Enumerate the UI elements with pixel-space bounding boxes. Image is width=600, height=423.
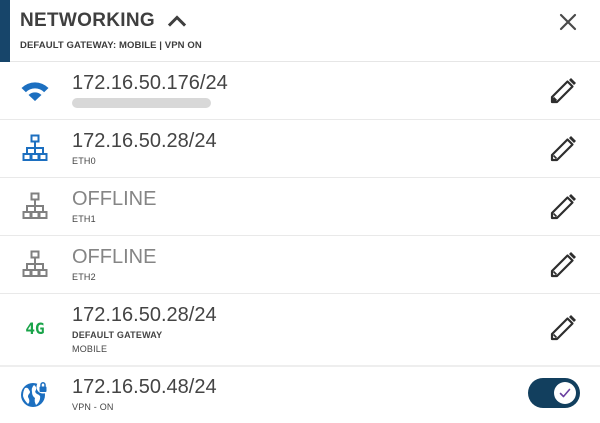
pencil-icon	[550, 194, 576, 220]
connection-row-eth1: OFFLINE ETH1	[0, 178, 600, 236]
wifi-icon	[20, 77, 50, 107]
edit-eth1-button[interactable]	[548, 192, 578, 222]
check-icon	[559, 388, 571, 398]
connection-interface-label: ETH1	[72, 214, 96, 224]
toggle-knob	[554, 382, 576, 404]
pencil-icon	[550, 315, 576, 341]
panel-title: NETWORKING	[20, 10, 155, 31]
connection-interface-label: MOBILE	[72, 344, 108, 354]
edit-eth2-button[interactable]	[548, 250, 578, 280]
4g-icon-label: 4G	[25, 318, 45, 338]
panel-subtitle: DEFAULT GATEWAY: MOBILE | VPN ON	[20, 40, 202, 51]
pencil-icon	[550, 136, 576, 162]
vpn-toggle[interactable]	[528, 378, 580, 408]
panel-header: NETWORKING DEFAULT GATEWAY: MOBILE | VPN…	[0, 0, 600, 62]
header-accent-bar	[0, 0, 10, 62]
connection-ip: OFFLINE	[72, 188, 157, 210]
edit-wifi-button[interactable]	[548, 76, 578, 106]
vpn-status-label: VPN - ON	[72, 402, 114, 412]
connection-ip: 172.16.50.48/24	[72, 376, 217, 398]
connection-row-mobile: 4G 172.16.50.28/24 DEFAULT GATEWAY MOBIL…	[0, 294, 600, 365]
connection-row-vpn: 172.16.50.48/24 VPN - ON	[0, 367, 600, 423]
connection-ip: 172.16.50.28/24	[72, 130, 217, 152]
ethernet-network-icon	[20, 133, 50, 163]
connection-row-eth0: 172.16.50.28/24 ETH0	[0, 120, 600, 178]
pencil-icon	[550, 252, 576, 278]
connection-row-eth2: OFFLINE ETH2	[0, 236, 600, 294]
connection-interface-label: ETH0	[72, 156, 96, 166]
default-gateway-label: DEFAULT GATEWAY	[72, 330, 163, 340]
networking-panel: NETWORKING DEFAULT GATEWAY: MOBILE | VPN…	[0, 0, 600, 423]
connection-row-wifi: 172.16.50.176/24	[0, 62, 600, 120]
header-title-row: NETWORKING	[20, 9, 189, 33]
edit-eth0-button[interactable]	[548, 134, 578, 164]
close-icon	[559, 13, 577, 31]
4g-icon: 4G	[20, 313, 50, 343]
globe-lock-icon	[20, 379, 50, 409]
connection-ip: OFFLINE	[72, 246, 157, 268]
edit-mobile-button[interactable]	[548, 313, 578, 343]
connection-ip: 172.16.50.28/24	[72, 304, 217, 326]
wifi-ssid-placeholder	[72, 98, 211, 108]
connection-ip: 172.16.50.176/24	[72, 72, 228, 94]
close-button[interactable]	[558, 12, 578, 32]
ethernet-network-icon	[20, 191, 50, 221]
connection-interface-label: ETH2	[72, 272, 96, 282]
pencil-icon	[550, 78, 576, 104]
chevron-up-icon[interactable]	[165, 9, 189, 33]
ethernet-network-icon	[20, 249, 50, 279]
